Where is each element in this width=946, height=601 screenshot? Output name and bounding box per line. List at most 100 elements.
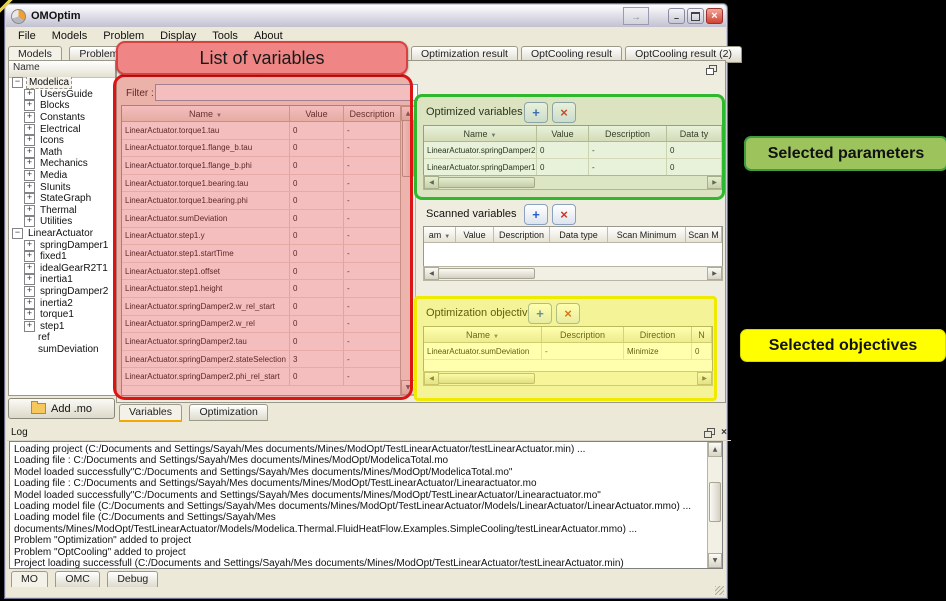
objectives-h-scrollbar[interactable]	[423, 371, 713, 386]
scrollbar-thumb[interactable]	[709, 482, 721, 522]
column-header-description[interactable]: Description	[494, 227, 550, 243]
tree-item[interactable]: Mechanics	[9, 158, 115, 170]
expand-icon[interactable]	[12, 77, 23, 88]
expand-icon[interactable]	[24, 286, 35, 297]
tree-item[interactable]: ref	[9, 332, 115, 344]
scrollbar-thumb[interactable]	[438, 268, 535, 279]
expand-icon[interactable]	[24, 205, 35, 216]
scroll-down-icon[interactable]	[401, 380, 415, 395]
tab-mo[interactable]: MO	[11, 571, 48, 588]
scroll-left-icon[interactable]	[424, 267, 439, 280]
column-header-name[interactable]: Name	[424, 327, 542, 343]
variable-row[interactable]: LinearActuator.springDamper2.phi_rel_sta…	[122, 368, 401, 386]
tree-header[interactable]: Name	[9, 61, 115, 78]
tab-optimization[interactable]: Optimization	[189, 404, 267, 421]
scanned-h-scrollbar[interactable]	[423, 266, 723, 281]
variable-row[interactable]: LinearActuator.springDamper2.tau 0 -	[122, 333, 401, 351]
undock-log-icon[interactable]	[704, 428, 715, 438]
column-header-n[interactable]: N	[692, 327, 712, 343]
add-optimized-variable-button[interactable]	[524, 102, 548, 123]
tree-item[interactable]: fixed1	[9, 251, 115, 263]
column-header-value[interactable]: Value	[290, 106, 344, 122]
scroll-left-icon[interactable]	[424, 176, 439, 189]
expand-icon[interactable]	[24, 89, 35, 100]
tree-item[interactable]: Electrical	[9, 123, 115, 135]
log-output[interactable]: Loading project (C:/Documents and Settin…	[9, 441, 723, 569]
tree-item[interactable]: SIunits	[9, 181, 115, 193]
title-bar[interactable]: OMOptim	[6, 5, 726, 28]
menu-item[interactable]: File	[10, 29, 44, 43]
expand-icon[interactable]	[24, 251, 35, 262]
column-header-value[interactable]: Value	[456, 227, 494, 243]
variable-row[interactable]: LinearActuator.step1.height 0 -	[122, 280, 401, 298]
scroll-up-icon[interactable]	[401, 106, 415, 121]
tree-item[interactable]: springDamper1	[9, 239, 115, 251]
variables-scrollbar[interactable]	[400, 105, 416, 396]
scrollbar-thumb[interactable]	[402, 120, 414, 177]
menu-item[interactable]: Models	[44, 29, 95, 43]
variable-row[interactable]: LinearActuator.step1.startTime 0 -	[122, 245, 401, 263]
close-log-icon[interactable]	[721, 427, 727, 438]
scroll-left-icon[interactable]	[424, 372, 439, 385]
column-header-scan-minimum[interactable]: Scan Minimum	[608, 227, 686, 243]
variable-row[interactable]: LinearActuator.torque1.bearing.tau 0 -	[122, 175, 401, 193]
expand-icon[interactable]	[24, 135, 35, 146]
expand-icon[interactable]	[24, 263, 35, 274]
variable-row[interactable]: LinearActuator.springDamper2.w_rel 0 -	[122, 316, 401, 334]
add-scanned-variable-button[interactable]	[524, 204, 548, 225]
column-header-scan-maximum[interactable]: Scan M	[686, 227, 722, 243]
expand-icon[interactable]	[24, 112, 35, 123]
tree-item[interactable]: Thermal	[9, 205, 115, 217]
expand-icon[interactable]	[24, 158, 35, 169]
scroll-right-icon[interactable]	[697, 372, 712, 385]
variable-row[interactable]: LinearActuator.springDamper2.stateSelect…	[122, 351, 401, 369]
forward-arrow-button[interactable]	[623, 7, 649, 25]
undock-panel-icon[interactable]	[706, 65, 717, 75]
tab-debug[interactable]: Debug	[107, 571, 158, 588]
tree-item[interactable]: LinearActuator	[9, 228, 115, 240]
remove-objective-button[interactable]	[556, 303, 580, 324]
close-button[interactable]	[706, 8, 723, 24]
scrollbar-thumb[interactable]	[438, 177, 535, 188]
variable-row[interactable]: LinearActuator.torque1.flange_b.phi 0 -	[122, 157, 401, 175]
scroll-up-icon[interactable]	[708, 442, 722, 457]
expand-icon[interactable]	[24, 240, 35, 251]
column-header-description[interactable]: Description	[542, 327, 624, 343]
tree-item[interactable]: inertia2	[9, 297, 115, 309]
expand-icon[interactable]	[24, 345, 33, 354]
resize-grip[interactable]	[715, 586, 724, 595]
column-header-description[interactable]: Description	[344, 106, 401, 122]
tree-item[interactable]: torque1	[9, 309, 115, 321]
column-header-name[interactable]: am	[424, 227, 456, 243]
scroll-right-icon[interactable]	[707, 267, 722, 280]
expand-icon[interactable]	[24, 309, 35, 320]
remove-scanned-variable-button[interactable]	[552, 204, 576, 225]
column-header-datatype[interactable]: Data ty	[667, 126, 722, 142]
column-header-description[interactable]: Description	[589, 126, 667, 142]
tree-item[interactable]: StateGraph	[9, 193, 115, 205]
variable-row[interactable]: LinearActuator.springDamper2.w_rel_start…	[122, 298, 401, 316]
remove-optimized-variable-button[interactable]	[552, 102, 576, 123]
filter-input[interactable]	[155, 84, 418, 101]
column-header-name[interactable]: Name	[424, 126, 537, 142]
variable-row[interactable]: LinearActuator.torque1.bearing.phi 0 -	[122, 192, 401, 210]
expand-icon[interactable]	[24, 298, 35, 309]
tree-item[interactable]: Blocks	[9, 100, 115, 112]
expand-icon[interactable]	[24, 100, 35, 111]
add-mo-button[interactable]: Add .mo	[8, 398, 115, 419]
column-header-direction[interactable]: Direction	[624, 327, 692, 343]
scroll-down-icon[interactable]	[708, 553, 722, 568]
variable-row[interactable]: LinearActuator.sumDeviation 0 -	[122, 210, 401, 228]
tree-item[interactable]: Utilities	[9, 216, 115, 228]
expand-icon[interactable]	[12, 228, 23, 239]
tree-item[interactable]: Constants	[9, 112, 115, 124]
optimized-variable-row[interactable]: LinearActuator.springDamper1.d 0 - 0	[424, 159, 722, 176]
tree-item[interactable]: step1	[9, 320, 115, 332]
variable-row[interactable]: LinearActuator.torque1.flange_b.tau 0 -	[122, 140, 401, 158]
expand-icon[interactable]	[24, 193, 35, 204]
tab-variables[interactable]: Variables	[119, 404, 182, 421]
expand-icon[interactable]	[24, 170, 35, 181]
maximize-button[interactable]	[687, 8, 704, 24]
expand-icon[interactable]	[24, 216, 35, 227]
tree-item[interactable]: sumDeviation	[9, 344, 115, 356]
